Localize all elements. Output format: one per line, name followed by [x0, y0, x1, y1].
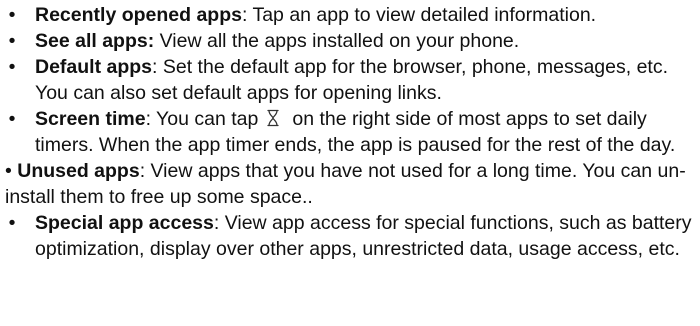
hourglass-icon [267, 109, 279, 127]
list-item-see-all-apps: • See all apps: View all the apps install… [5, 28, 700, 54]
document-body: • Recently opened apps: Tap an app to vie… [0, 0, 700, 262]
item-term: Unused apps [17, 160, 140, 182]
bullet: • [8, 30, 16, 52]
item-term: See all apps: [35, 30, 155, 52]
list-item-recently-opened-apps: • Recently opened apps: Tap an app to vie… [5, 2, 700, 28]
item-description-before-icon: You can tap [150, 108, 259, 130]
bullet: • [8, 212, 16, 234]
item-term: Screen time [35, 108, 146, 130]
list-item-special-app-access: • Special app access: View app access for… [5, 210, 700, 262]
bullet: • [8, 56, 16, 78]
item-description: Tap an app to view detailed information. [247, 4, 597, 26]
bullet: • [8, 108, 16, 130]
bullet: • [8, 4, 16, 26]
item-term: Recently opened apps [35, 4, 242, 26]
item-description: View all the apps installed on your phon… [154, 30, 520, 52]
bullet: • [5, 160, 12, 182]
list-item-screen-time: • Screen time: You can tap on the right s… [5, 106, 700, 158]
list-item-default-apps: • Default apps: Set the default app for t… [5, 54, 700, 106]
list-item-unused-apps: • Unused apps: View apps that you have n… [5, 158, 700, 210]
item-term: Default apps [35, 56, 153, 78]
item-term: Special app access [35, 212, 214, 234]
